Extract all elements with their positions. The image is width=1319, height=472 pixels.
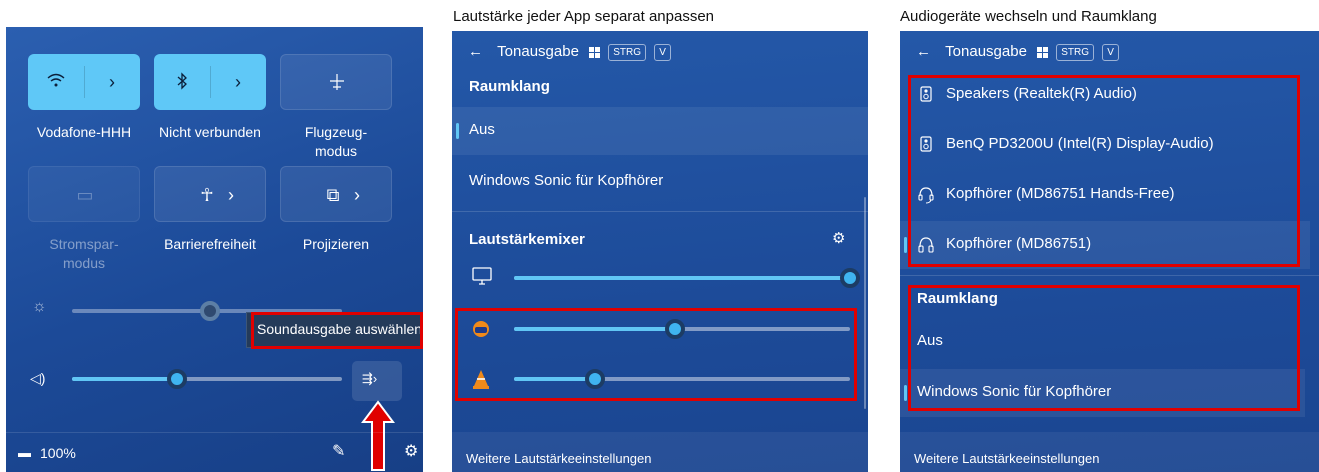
chevron-right-icon[interactable]: › [218,72,258,92]
wifi-label: Vodafone-HHH [36,124,132,140]
highlight-box [455,308,857,401]
kbd-v: V [654,43,671,61]
battery-saver-label-line2: modus [62,255,106,271]
speaker-volume-icon[interactable]: ◁) [30,370,45,387]
airplane-label-line1: Flugzeug- [304,124,368,140]
scrollbar[interactable] [864,197,866,409]
chevron-right-icon[interactable]: › [337,185,377,205]
spatial-option-off-label: Aus [469,121,495,138]
chevron-right-icon[interactable]: › [92,72,132,92]
project-tile[interactable]: ⧉ › [280,166,392,222]
more-volume-settings-link[interactable]: Weitere Lautstärkeeinstellungen [466,451,652,466]
mixer-header: ← Tonausgabe STRG V [468,43,671,61]
project-label: Projizieren [302,236,370,252]
kbd-strg: STRG [608,43,647,61]
red-arrow-icon [361,400,395,471]
selection-indicator [456,123,459,139]
accessibility-tile[interactable]: ☥ › [154,166,266,222]
battery-saver-label-line1: Stromspar- [49,236,119,252]
monitor-icon [472,267,492,290]
mixer-heading: Lautstärkemixer [469,231,585,248]
bluetooth-label: Nicht verbunden [159,124,261,140]
battery-saver-icon: ▭ [76,185,94,205]
caption-mixer: Lautstärke jeder App separat anpassen [453,8,715,25]
highlight-box [908,75,1300,267]
selection-indicator [904,385,907,401]
bluetooth-icon [162,72,202,94]
kbd-v: V [1102,43,1119,61]
wifi-icon [36,72,76,92]
device-panel: ← Tonausgabe STRG V Speakers (Realtek(R)… [900,31,1319,472]
wifi-tile[interactable]: › [28,54,140,110]
selection-indicator [904,237,907,253]
sound-output-icon: ⇶› [362,371,378,386]
app-volume-thumb[interactable] [840,268,860,288]
edit-pencil-icon[interactable]: ✎ [332,441,345,461]
back-arrow-icon[interactable]: ← [916,43,931,60]
spatial-option-off[interactable] [452,107,868,155]
battery-icon: ▬ [18,445,31,460]
bluetooth-tile[interactable]: › [154,54,266,110]
device-header: ← Tonausgabe STRG V [916,43,1119,61]
quick-settings-panel: › › Vodafone-HHH Nicht verbunden Flugzeu… [6,27,423,472]
brightness-icon: ☼ [32,298,47,315]
caption-devices: Audiogeräte wechseln und Raumklang [900,8,1157,25]
mixer-panel: ← Tonausgabe STRG V Raumklang Aus Window… [452,31,868,472]
highlight-box [908,285,1300,411]
windows-key-icon [1037,46,1049,58]
mixer-settings-gear-icon[interactable]: ⚙ [832,229,845,247]
battery-saver-tile: ▭ [28,166,140,222]
more-volume-settings-link[interactable]: Weitere Lautstärkeeinstellungen [914,451,1100,466]
volume-slider-thumb[interactable] [167,369,188,389]
brightness-slider-thumb[interactable] [199,301,220,321]
back-arrow-icon[interactable]: ← [468,43,483,60]
device-header-title: Tonausgabe [945,43,1027,60]
airplane-label-line2: modus [314,143,358,159]
airplane-icon [317,73,357,95]
spatial-sound-heading: Raumklang [469,78,550,95]
battery-percentage: 100% [40,445,76,461]
volume-slider-track[interactable] [72,377,342,381]
airplane-tile[interactable] [280,54,392,110]
highlight-box [251,312,423,349]
windows-key-icon [589,46,601,58]
sound-output-button[interactable]: ⇶› [352,361,402,401]
chevron-right-icon[interactable]: › [211,185,251,205]
accessibility-label: Barrierefreiheit [164,236,256,252]
settings-gear-icon[interactable]: ⚙ [404,441,418,461]
spatial-option-sonic[interactable]: Windows Sonic für Kopfhörer [469,172,663,189]
mixer-header-title: Tonausgabe [497,43,579,60]
kbd-strg: STRG [1056,43,1095,61]
app-volume-track[interactable] [514,276,850,280]
